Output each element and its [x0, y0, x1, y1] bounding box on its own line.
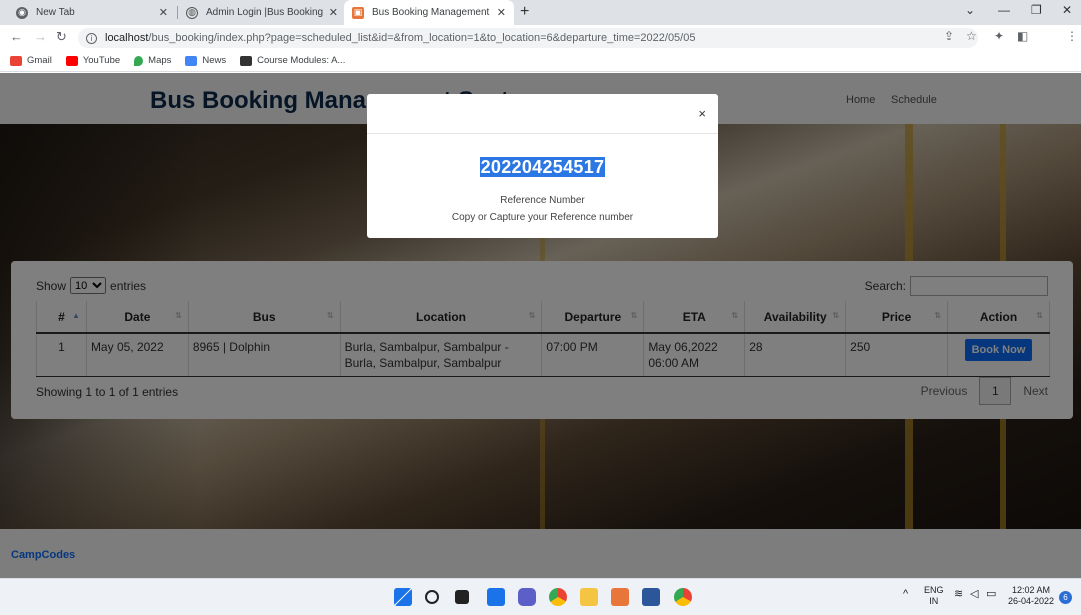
- share-icon[interactable]: ⇪: [944, 29, 954, 43]
- news-icon: [185, 55, 198, 66]
- chrome-icon: ◉: [16, 6, 28, 19]
- course-icon: [240, 55, 253, 66]
- chrome-profile-icon[interactable]: [674, 588, 692, 606]
- tab-label: Bus Booking Management Syste: [372, 7, 491, 18]
- word-icon[interactable]: [642, 588, 660, 606]
- reference-label: Reference Number: [500, 195, 585, 206]
- reload-icon[interactable]: ↻: [56, 29, 67, 45]
- menu-icon[interactable]: ⋮: [1066, 29, 1078, 43]
- tray-overflow-icon[interactable]: ^: [903, 589, 908, 600]
- site-info-icon[interactable]: i: [86, 32, 97, 44]
- search-icon[interactable]: [425, 590, 439, 604]
- forward-icon[interactable]: →: [34, 29, 47, 44]
- volume-icon[interactable]: ◁: [970, 589, 978, 600]
- start-icon[interactable]: [394, 588, 412, 606]
- youtube-icon: [65, 55, 78, 66]
- battery-icon[interactable]: ▭: [986, 589, 996, 600]
- language-indicator[interactable]: ENG IN: [924, 585, 944, 607]
- gmail-icon: [10, 55, 22, 66]
- widgets-icon[interactable]: [487, 588, 505, 606]
- window-close-icon[interactable]: ✕: [1062, 3, 1072, 17]
- xampp-icon[interactable]: [611, 588, 629, 606]
- modal-close-icon[interactable]: ×: [698, 106, 706, 121]
- os-taskbar: ^ ENG IN ≋ ◁ ▭ 12:02 AM 26-04-2022 6: [0, 578, 1081, 615]
- tab-label: New Tab: [36, 7, 75, 18]
- new-tab-icon[interactable]: +: [520, 3, 529, 21]
- minimize-icon[interactable]: —: [998, 3, 1010, 17]
- bookmark-star-icon[interactable]: ☆: [966, 29, 977, 43]
- bookmark-news[interactable]: News: [185, 55, 226, 66]
- site-favicon-icon: ▣: [352, 6, 364, 19]
- address-bar-row: ← → ↻ i localhost/bus_booking/index.php?…: [0, 25, 1081, 70]
- bookmarks-bar: Gmail YouTube Maps News Course Modules: …: [0, 50, 1081, 72]
- back-icon[interactable]: ←: [10, 29, 23, 44]
- chrome-taskbar-icon[interactable]: [549, 588, 567, 606]
- url-host: localhost: [105, 32, 149, 44]
- reference-number[interactable]: 202204254517: [367, 157, 718, 178]
- close-icon[interactable]: ✕: [497, 6, 506, 19]
- clock[interactable]: 12:02 AM 26-04-2022: [1008, 585, 1054, 607]
- teams-chat-icon[interactable]: [518, 588, 536, 606]
- bookmark-gmail[interactable]: Gmail: [10, 55, 52, 66]
- tab-bus-booking[interactable]: ▣ Bus Booking Management Syste ✕: [344, 0, 514, 25]
- browser-tab-bar: ◉ New Tab ✕ ◍ Admin Login |Bus Booking ✕…: [0, 0, 1081, 25]
- bookmark-course-modules[interactable]: Course Modules: A...: [240, 55, 345, 66]
- bookmark-youtube[interactable]: YouTube: [65, 55, 120, 66]
- close-icon[interactable]: ✕: [159, 6, 168, 19]
- bookmark-maps[interactable]: Maps: [134, 55, 171, 66]
- side-panel-icon[interactable]: ◧: [1017, 29, 1028, 43]
- tab-search-icon[interactable]: ⌄: [965, 3, 975, 17]
- url-path: /bus_booking/index.php?page=scheduled_li…: [148, 32, 696, 44]
- notification-badge[interactable]: 6: [1059, 591, 1072, 604]
- tab-label: Admin Login |Bus Booking: [206, 7, 323, 18]
- restore-icon[interactable]: ❐: [1031, 3, 1042, 17]
- tab-new-tab[interactable]: ◉ New Tab ✕: [8, 0, 176, 25]
- file-explorer-icon[interactable]: [580, 588, 598, 606]
- close-icon[interactable]: ✕: [329, 6, 338, 19]
- reference-hint: Copy or Capture your Reference number: [451, 212, 634, 223]
- globe-icon: ◍: [186, 6, 198, 19]
- extensions-icon[interactable]: ✦: [994, 29, 1004, 43]
- wifi-icon[interactable]: ≋: [954, 589, 963, 600]
- maps-icon: [134, 55, 144, 66]
- modal-header: ×: [367, 94, 718, 134]
- reference-modal: × 202204254517 Reference Number Copy or …: [367, 94, 718, 238]
- tab-admin-login[interactable]: ◍ Admin Login |Bus Booking ✕: [178, 0, 346, 25]
- url-field[interactable]: i localhost/bus_booking/index.php?page=s…: [78, 28, 978, 48]
- task-view-icon[interactable]: [455, 590, 469, 604]
